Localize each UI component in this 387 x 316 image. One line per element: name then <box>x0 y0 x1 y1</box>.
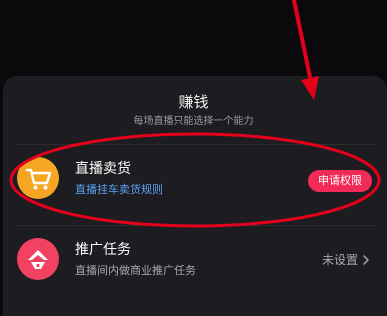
shopping-cart-icon <box>17 157 59 199</box>
option-description: 直播间内做商业推广任务 <box>75 264 196 277</box>
chevron-right-icon <box>363 255 369 265</box>
megaphone-icon <box>17 238 59 280</box>
selling-rules-link[interactable]: 直播挂车卖货规则 <box>75 182 163 197</box>
option-title: 直播卖货 <box>75 161 131 177</box>
sheet-subtitle: 每场直播只能选择一个能力 <box>133 116 254 127</box>
status-text: 未设置 <box>321 253 358 267</box>
apply-permission-button[interactable]: 申请权限 <box>308 170 372 192</box>
sheet-title: 赚钱 <box>178 93 209 111</box>
option-title: 推广任务 <box>75 242 131 258</box>
status-setting[interactable]: 未设置 <box>322 250 371 270</box>
option-live-selling[interactable]: 直播卖货 直播挂车卖货规则 申请权限 <box>3 145 387 209</box>
option-promotion-task[interactable]: 推广任务 直播间内做商业推广任务 未设置 <box>3 226 387 290</box>
